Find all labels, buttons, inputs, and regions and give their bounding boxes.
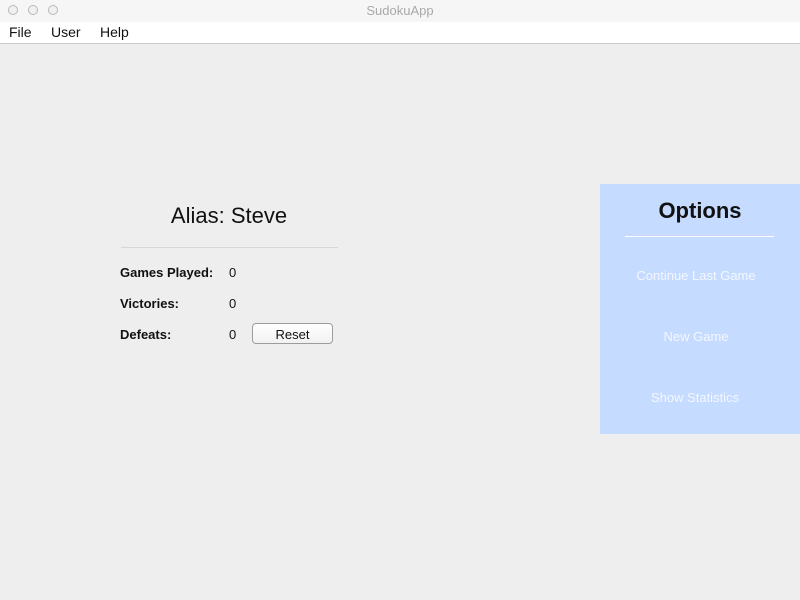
menu-user[interactable]: User	[51, 24, 81, 40]
menu-file[interactable]: File	[9, 24, 32, 40]
continue-last-game-button[interactable]: Continue Last Game	[592, 268, 800, 283]
new-game-button[interactable]: New Game	[592, 329, 800, 344]
show-statistics-button[interactable]: Show Statistics	[590, 390, 800, 405]
games-played-label: Games Played:	[120, 265, 214, 280]
reset-button[interactable]: Reset	[252, 323, 333, 344]
alias-heading: Alias: Steve	[170, 203, 288, 228]
options-title: Options	[658, 198, 742, 223]
victories-value: 0	[229, 296, 237, 311]
games-played-value: 0	[229, 265, 237, 280]
profile-divider	[121, 247, 338, 248]
victories-label: Victories:	[120, 296, 180, 311]
title-bar[interactable]: SudokuApp	[0, 0, 800, 23]
menu-help[interactable]: Help	[100, 24, 129, 40]
options-panel: Options Continue Last Game New Game Show…	[600, 184, 800, 434]
defeats-label: Defeats:	[120, 327, 172, 342]
window-title: SudokuApp	[366, 3, 434, 18]
options-divider	[625, 236, 774, 237]
app-window: SudokuApp File User Help Alias: Steve Ga…	[0, 0, 800, 600]
menu-bar: File User Help	[0, 22, 800, 44]
defeats-value: 0	[229, 327, 237, 342]
